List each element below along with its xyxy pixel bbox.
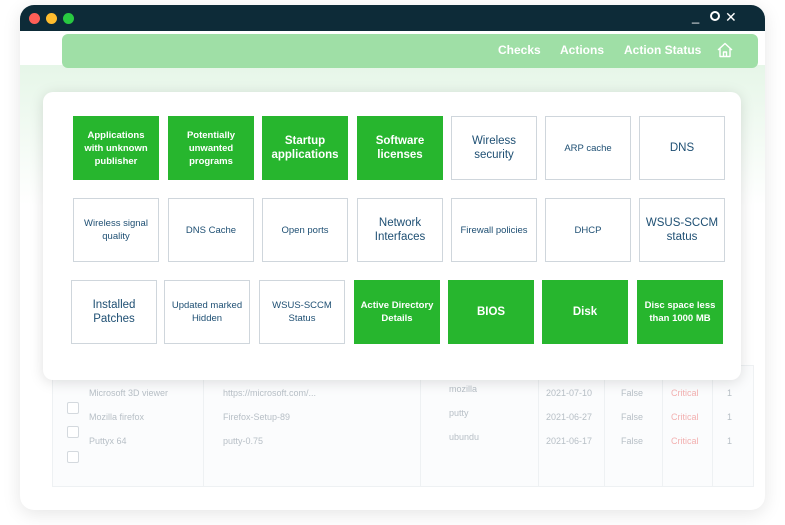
check-updated-marked-hidden[interactable]: Updated marked Hidden <box>164 280 250 344</box>
row-date: 2021-06-27 <box>546 412 593 422</box>
row-user: putty <box>449 408 469 418</box>
row-name: Puttyx 64 <box>89 436 127 446</box>
minimize-window-dot[interactable] <box>46 13 57 24</box>
home-icon[interactable] <box>716 41 734 59</box>
row-source: Firefox-Setup-89 <box>223 412 291 422</box>
check-bios[interactable]: BIOS <box>448 280 534 344</box>
check-apps-unknown-publisher[interactable]: Applications with unknown publisher <box>73 116 159 180</box>
maximize-button[interactable] <box>710 11 720 21</box>
row-severity: Critical <box>671 388 699 398</box>
row-count: 1 <box>727 412 733 422</box>
top-nav: Checks Actions Action Status <box>62 34 758 68</box>
minimize-button[interactable]: _ <box>692 9 699 25</box>
row-checkbox[interactable] <box>67 451 79 463</box>
row-count: 1 <box>727 436 733 446</box>
row-date: 2021-06-17 <box>546 436 593 446</box>
row-severity: Critical <box>671 412 699 422</box>
row-severity: Critical <box>671 436 699 446</box>
row-date: 2021-07-10 <box>546 388 593 398</box>
check-disk[interactable]: Disk <box>542 280 628 344</box>
row-user: mozilla <box>449 384 478 394</box>
row-source: https://microsoft.com/... <box>223 388 317 398</box>
close-window-dot[interactable] <box>29 13 40 24</box>
check-firewall-policies[interactable]: Firewall policies <box>451 198 537 262</box>
check-software-licenses[interactable]: Software licenses <box>357 116 443 180</box>
check-dhcp[interactable]: DHCP <box>545 198 631 262</box>
check-disc-space[interactable]: Disc space less than 1000 MB <box>637 280 723 344</box>
row-source: putty-0.75 <box>223 436 264 446</box>
row-user: ubundu <box>449 432 480 442</box>
row-flag: False <box>621 388 644 398</box>
maximize-window-dot[interactable] <box>63 13 74 24</box>
check-open-ports[interactable]: Open ports <box>262 198 348 262</box>
check-wsus-sccm-status-a[interactable]: WSUS-SCCM status <box>639 198 725 262</box>
table-row[interactable]: Mozilla firefox Firefox-Setup-89 putty 2… <box>53 408 753 432</box>
row-name: Mozilla firefox <box>89 412 145 422</box>
check-dns[interactable]: DNS <box>639 116 725 180</box>
check-wireless-signal-quality[interactable]: Wireless signal quality <box>73 198 159 262</box>
row-flag: False <box>621 412 644 422</box>
table-row[interactable]: Microsoft 3D viewer https://microsoft.co… <box>53 384 753 408</box>
row-flag: False <box>621 436 644 446</box>
background-results-table: Microsoft 3D viewer https://microsoft.co… <box>52 365 754 487</box>
row-count: 1 <box>727 388 733 398</box>
table-row[interactable]: Puttyx 64 putty-0.75 ubundu 2021-06-17 F… <box>53 432 753 456</box>
checks-panel: Applications with unknown publisher Pote… <box>43 92 741 380</box>
check-startup-applications[interactable]: Startup applications <box>262 116 348 180</box>
title-bar: _ ✕ <box>20 5 765 31</box>
nav-action-status[interactable]: Action Status <box>624 43 701 57</box>
check-wireless-security[interactable]: Wireless security <box>451 116 537 180</box>
check-network-interfaces[interactable]: Network Interfaces <box>357 198 443 262</box>
row-name: Microsoft 3D viewer <box>89 388 169 398</box>
check-dns-cache[interactable]: DNS Cache <box>168 198 254 262</box>
nav-checks[interactable]: Checks <box>498 43 541 57</box>
check-active-directory-details[interactable]: Active Directory Details <box>354 280 440 344</box>
check-wsus-sccm-status-b[interactable]: WSUS-SCCM Status <box>259 280 345 344</box>
check-potentially-unwanted-programs[interactable]: Potentially unwanted programs <box>168 116 254 180</box>
nav-actions[interactable]: Actions <box>560 43 604 57</box>
close-button[interactable]: ✕ <box>725 9 737 25</box>
check-arp-cache[interactable]: ARP cache <box>545 116 631 180</box>
check-installed-patches[interactable]: Installed Patches <box>71 280 157 344</box>
